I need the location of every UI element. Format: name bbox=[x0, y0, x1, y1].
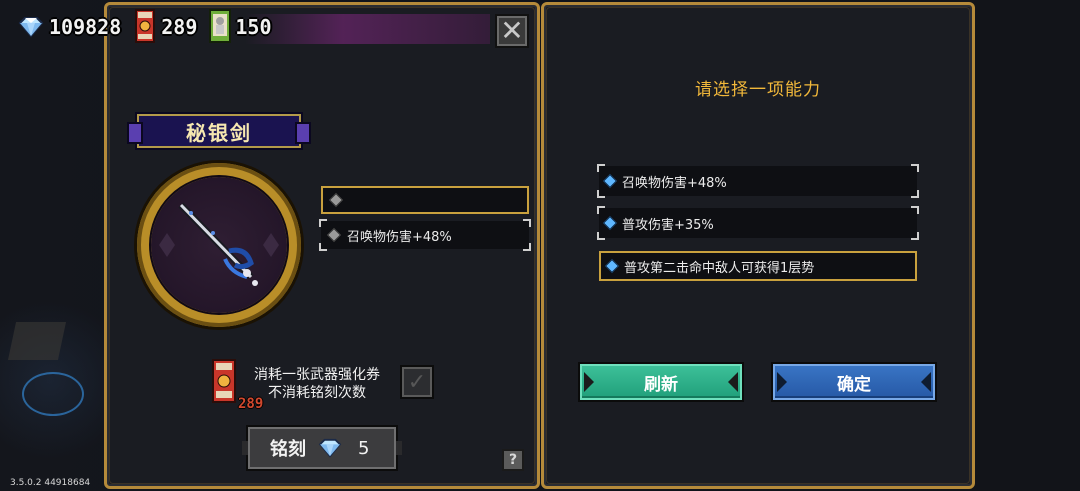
inscription-slot-empty[interactable] bbox=[321, 186, 529, 214]
engrave-cost: 5 bbox=[358, 437, 370, 459]
close-icon: ✕ bbox=[500, 14, 524, 47]
weapon-ticket-icon bbox=[212, 359, 236, 403]
consume-line-2: 不消耗铭刻次数 bbox=[268, 385, 366, 401]
gem-icon bbox=[318, 438, 342, 458]
ticket-currency: 289 bbox=[126, 9, 200, 43]
card-currency: 150 bbox=[202, 9, 274, 43]
inscription-slot-text: 召唤物伤害+48% bbox=[347, 229, 452, 245]
weapon-display bbox=[137, 163, 301, 327]
inscription-slot-filled[interactable]: 召唤物伤害+48% bbox=[319, 219, 531, 251]
engrave-button[interactable]: 铭刻 5 bbox=[242, 425, 402, 471]
confirm-label: 确定 bbox=[837, 374, 871, 395]
blue-diamond-icon bbox=[602, 173, 618, 189]
arrow-right-icon bbox=[921, 372, 931, 392]
refresh-label: 刷新 bbox=[644, 374, 678, 395]
confirm-button[interactable]: 确定 bbox=[771, 362, 937, 402]
arrow-left-icon bbox=[777, 372, 787, 392]
card-count: 150 bbox=[235, 15, 272, 39]
ability-select-title: 请选择一项能力 bbox=[695, 80, 821, 100]
gem-count: 109828 bbox=[49, 15, 122, 39]
ability-option-text: 普攻第二击命中敌人可获得1层势 bbox=[624, 260, 815, 276]
consume-line-1: 消耗一张武器强化券 bbox=[254, 367, 380, 383]
ability-option-selected[interactable]: 普攻第二击命中敌人可获得1层势 bbox=[599, 251, 917, 281]
gem-icon bbox=[18, 17, 44, 38]
weapon-ticket-icon bbox=[135, 9, 156, 43]
card-icon bbox=[209, 9, 232, 43]
currency-bar: 109828 289 150 bbox=[0, 8, 275, 46]
close-button[interactable]: ✕ bbox=[495, 14, 529, 48]
arrow-left-icon bbox=[584, 372, 594, 392]
ability-option[interactable]: 普攻伤害+35% bbox=[597, 206, 919, 240]
background-joystick-ring bbox=[22, 372, 84, 416]
use-ticket-checkbox[interactable]: ✓ bbox=[400, 365, 434, 399]
background-gift-box bbox=[7, 322, 67, 360]
help-button[interactable]: ? bbox=[502, 449, 524, 471]
version-label: 3.5.0.2 44918684 bbox=[10, 478, 91, 488]
weapon-display-inner bbox=[151, 177, 287, 313]
ability-option[interactable]: 召唤物伤害+48% bbox=[597, 164, 919, 198]
check-icon: ✓ bbox=[407, 369, 427, 395]
gem-currency: 109828 bbox=[0, 11, 124, 43]
blue-diamond-icon bbox=[604, 258, 620, 274]
ability-option-text: 召唤物伤害+48% bbox=[622, 175, 727, 191]
consume-description: 消耗一张武器强化券 不消耗铭刻次数 bbox=[254, 366, 380, 402]
weapon-name-plate: 秘银剑 bbox=[127, 112, 311, 150]
sword-icon bbox=[159, 202, 279, 286]
help-icon: ? bbox=[508, 452, 518, 468]
engrave-label: 铭刻 bbox=[270, 439, 306, 460]
arrow-right-icon bbox=[728, 372, 738, 392]
weapon-name: 秘银剑 bbox=[186, 120, 252, 145]
gray-diamond-icon bbox=[326, 227, 342, 243]
refresh-button[interactable]: 刷新 bbox=[578, 362, 744, 402]
header-stripe bbox=[245, 14, 490, 44]
ability-option-text: 普攻伤害+35% bbox=[622, 217, 714, 233]
blue-diamond-icon bbox=[602, 215, 618, 231]
ticket-count: 289 bbox=[161, 15, 198, 39]
gray-diamond-icon bbox=[328, 192, 344, 208]
